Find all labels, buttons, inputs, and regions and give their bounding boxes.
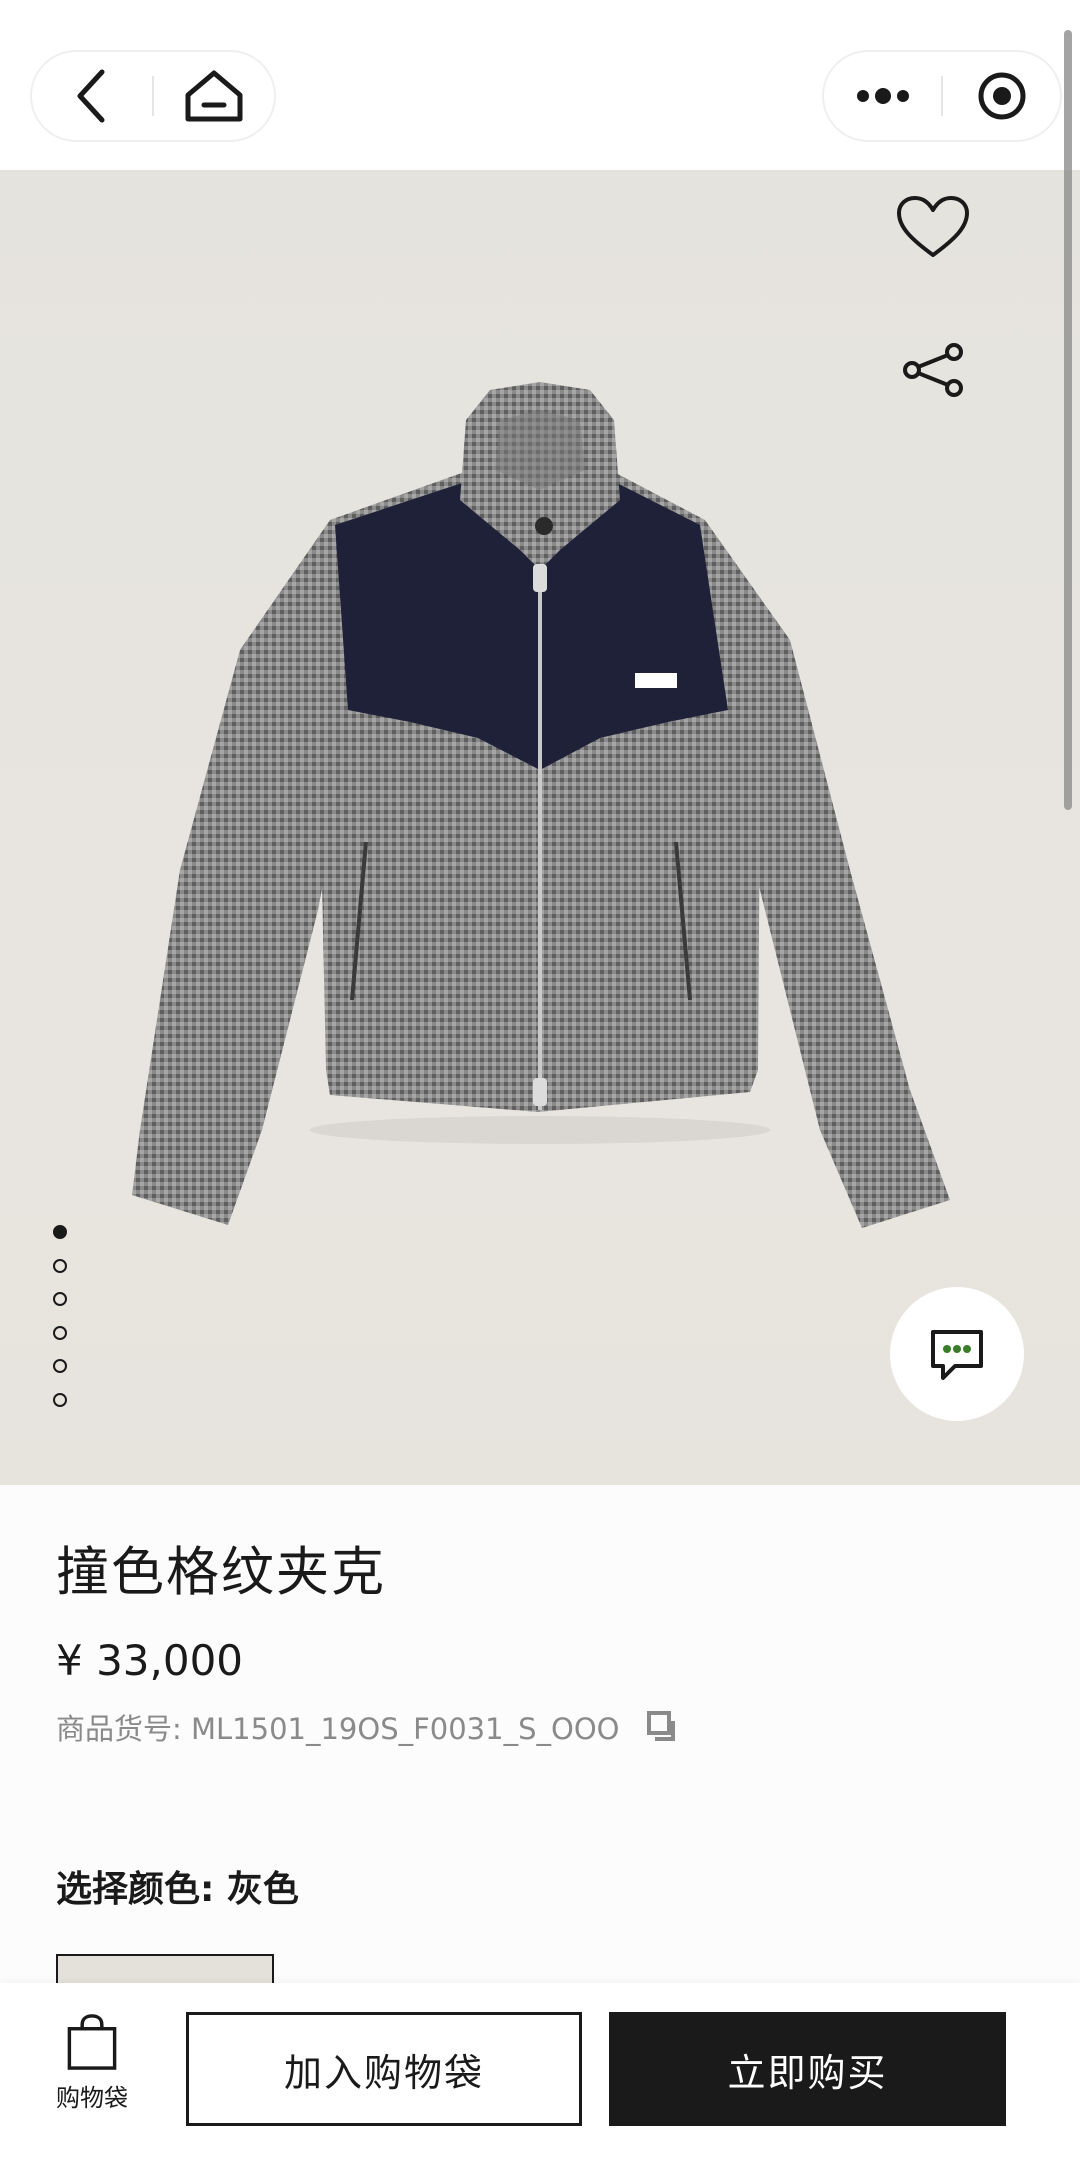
product-price: ¥ 33,000 [56,1636,244,1685]
share-button[interactable] [893,330,973,410]
favorite-button[interactable] [893,188,973,268]
customer-service-button[interactable] [890,1287,1024,1421]
share-icon [903,343,963,397]
color-selector-label: 选择颜色: 灰色 [56,1869,299,1910]
carousel-dot[interactable] [53,1392,67,1407]
carousel-dot[interactable] [53,1258,67,1273]
carousel-dot[interactable] [53,1325,67,1340]
carousel-dot-active[interactable] [53,1225,67,1239]
sku-text: 商品货号: ML1501_19OS_F0031_S_OOO [56,1712,620,1746]
shopping-bag-label: 购物袋 [56,2084,128,2112]
product-sku: 商品货号: ML1501_19OS_F0031_S_OOO [56,1706,681,1748]
shopping-bag-button[interactable]: 购物袋 [40,2013,144,2113]
close-miniprogram-button[interactable] [943,52,1060,140]
carousel-dot[interactable] [53,1359,67,1373]
chat-bubble-icon [931,1330,983,1380]
carousel-dot[interactable] [53,1292,67,1306]
more-button[interactable] [824,52,941,140]
copy-icon[interactable] [645,1709,681,1745]
heart-icon [897,196,969,257]
home-icon [185,70,243,122]
nav-capsule-right [822,50,1062,142]
buy-now-button[interactable]: 立即购买 [609,2012,1006,2126]
add-to-bag-button[interactable]: 加入购物袋 [186,2012,582,2126]
home-button[interactable] [154,52,274,140]
bottom-action-bar: 购物袋 加入购物袋 立即购买 [0,1983,1080,2184]
more-dots-icon [856,88,909,104]
record-circle-icon [978,72,1025,120]
carousel-indicator [53,1225,71,1426]
page-scrollbar[interactable] [1064,30,1072,810]
top-nav-bar [0,0,1080,170]
chevron-left-icon [77,69,105,123]
shopping-bag-icon [67,2014,117,2070]
product-title: 撞色格纹夹克 [56,1542,386,1603]
product-image-carousel[interactable] [0,170,1080,1485]
back-button[interactable] [32,52,152,140]
nav-capsule-left [30,50,276,142]
